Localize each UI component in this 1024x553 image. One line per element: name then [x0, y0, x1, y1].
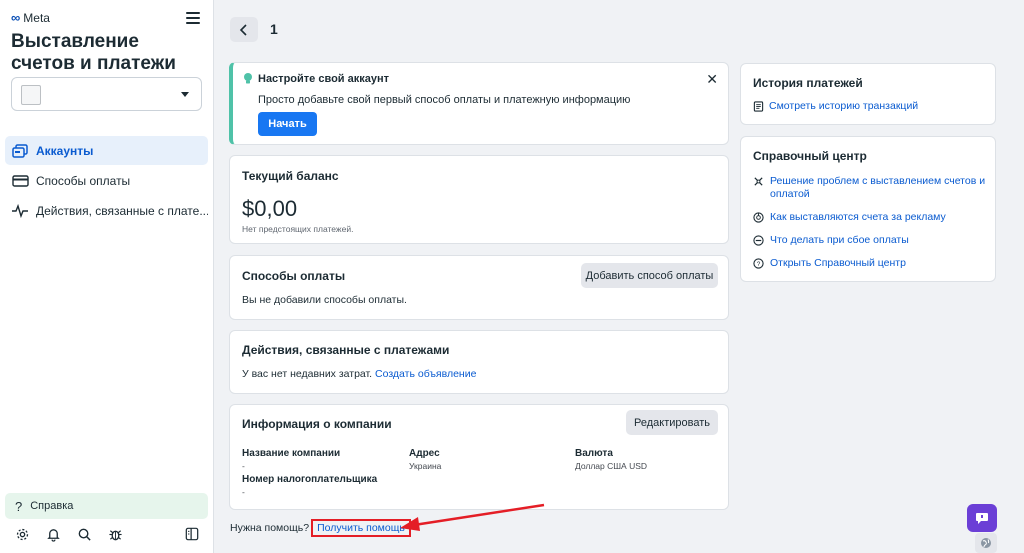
sidebar: ∞ Meta Выставление счетов и платежи Акка… — [0, 0, 214, 553]
help-center-link[interactable]: Решение проблем с выставлением счетов и … — [770, 175, 988, 201]
no-recent-spend-text: У вас нет недавних затрат. — [242, 368, 373, 380]
balance-subtext: Нет предстоящих платежей. — [242, 224, 354, 234]
account-image-icon — [21, 85, 41, 105]
accounts-icon — [11, 143, 29, 159]
question-icon: ? — [15, 498, 23, 514]
balance-amount: $0,00 — [242, 196, 298, 221]
sidebar-bottom-toolbar — [14, 526, 204, 544]
payment-methods-title: Способы оплаты — [242, 269, 346, 283]
company-name-label: Название компании — [242, 448, 341, 459]
payment-activity-empty: У вас нет недавних затрат. Создать объяв… — [242, 368, 476, 380]
setup-title: Настройте свой аккаунт — [258, 73, 389, 85]
gear-icon[interactable] — [14, 526, 30, 542]
minus-circle-icon — [753, 235, 764, 246]
help-center-link[interactable]: Открыть Справочный центр — [770, 257, 906, 270]
credit-card-icon — [11, 173, 29, 189]
address-value: Украина — [409, 461, 442, 471]
payment-history-title: История платежей — [753, 76, 863, 90]
edit-button[interactable]: Редактировать — [626, 410, 718, 435]
sidebar-item-label: Способы оплаты — [36, 173, 131, 188]
page-title: Выставление счетов и платежи — [11, 31, 176, 74]
help-label: Справка — [30, 500, 74, 512]
sidebar-toggle-icon[interactable] — [184, 526, 200, 542]
help-center-link[interactable]: Что делать при сбое оплаты — [770, 234, 909, 247]
meta-logo-text: Meta — [23, 10, 50, 25]
payment-methods-empty: Вы не добавили способы оплаты. — [242, 294, 407, 306]
back-button[interactable] — [230, 17, 258, 42]
start-button[interactable]: Начать — [258, 112, 317, 136]
view-transactions-link[interactable]: Смотреть историю транзакций — [769, 100, 918, 112]
company-name-field: Название компании - — [242, 448, 340, 471]
sidebar-item-accounts[interactable]: Аккаунты — [5, 136, 208, 165]
globe-icon — [981, 538, 991, 548]
close-icon[interactable]: ✕ — [706, 71, 718, 88]
get-help-highlight: Получить помощь — [311, 519, 411, 537]
receipt-icon — [753, 100, 764, 112]
sidebar-item-help[interactable]: ? Справка — [5, 493, 208, 519]
language-button[interactable] — [975, 533, 997, 553]
get-help-link[interactable]: Получить помощь — [317, 522, 405, 534]
annotation-arrow — [400, 503, 545, 531]
help-center-link[interactable]: Как выставляются счета за рекламу — [770, 211, 946, 224]
need-help-text: Нужна помощь? — [230, 522, 310, 534]
address-label: Адрес — [409, 448, 440, 459]
help-center-title: Справочный центр — [753, 149, 867, 163]
currency-label: Валюта — [575, 448, 613, 459]
setup-account-card: Настройте свой аккаунт Просто добавьте с… — [229, 62, 729, 145]
currency-value: Доллар США USD — [575, 461, 648, 471]
bell-icon[interactable] — [45, 526, 61, 542]
sidebar-item-payment-methods[interactable]: Способы оплаты — [5, 166, 208, 195]
company-name-value: - — [242, 461, 245, 471]
sidebar-item-payment-activity[interactable]: Действия, связанные с плате... — [5, 196, 208, 225]
tax-id-value: - — [242, 487, 245, 497]
balance-title: Текущий баланс — [242, 169, 339, 183]
chevron-left-icon — [239, 23, 247, 36]
question-circle-icon: ? — [753, 258, 764, 269]
balance-card: Текущий баланс $0,00 Нет предстоящих пла… — [229, 155, 729, 244]
help-center-item[interactable]: Как выставляются счета за рекламу — [753, 211, 988, 224]
billing-icon — [753, 212, 764, 223]
support-chat-button[interactable] — [967, 504, 997, 532]
help-center-item[interactable]: Что делать при сбое оплаты — [753, 234, 988, 247]
sidebar-item-label: Аккаунты — [36, 143, 94, 158]
chevron-down-icon — [181, 92, 189, 97]
breadcrumb-account-name: 1 — [270, 21, 278, 37]
need-help-row: Нужна помощь? Получить помощь — [230, 519, 411, 537]
help-center-card: Справочный центр Решение проблем с выста… — [740, 136, 996, 282]
payment-history-card: История платежей Смотреть историю транза… — [740, 63, 996, 125]
payment-activity-title: Действия, связанные с платежами — [242, 343, 450, 357]
setup-description: Просто добавьте свой первый способ оплат… — [258, 94, 631, 106]
account-selector[interactable] — [11, 77, 202, 111]
help-center-item[interactable]: ? Открыть Справочный центр — [753, 257, 988, 270]
menu-icon[interactable] — [186, 12, 200, 24]
create-ad-link[interactable]: Создать объявление — [375, 368, 476, 380]
wrench-icon — [754, 177, 763, 186]
tax-id-label: Номер налогоплательщика — [242, 474, 378, 485]
lightbulb-icon — [243, 72, 253, 90]
tax-id-field: Номер налогоплательщика - — [242, 474, 377, 497]
sidebar-nav: Аккаунты Способы оплаты Действия, связан… — [5, 136, 208, 226]
chat-icon — [976, 512, 988, 524]
payment-methods-card: Способы оплаты Добавить способ оплаты Вы… — [229, 255, 729, 320]
payment-activity-card: Действия, связанные с платежами У вас не… — [229, 330, 729, 394]
svg-text:?: ? — [757, 261, 761, 268]
company-info-card: Информация о компании Редактировать Назв… — [229, 404, 729, 510]
search-icon[interactable] — [76, 526, 92, 542]
bug-icon[interactable] — [107, 526, 123, 542]
view-transactions-row[interactable]: Смотреть историю транзакций — [753, 100, 918, 112]
activity-icon — [11, 203, 29, 219]
sidebar-item-label: Действия, связанные с плате... — [36, 203, 208, 218]
address-field: Адрес Украина — [409, 448, 441, 471]
meta-logo[interactable]: ∞ Meta — [11, 10, 50, 25]
help-center-item[interactable]: Решение проблем с выставлением счетов и … — [753, 175, 988, 201]
company-info-title: Информация о компании — [242, 417, 392, 431]
currency-field: Валюта Доллар США USD — [575, 448, 647, 471]
add-payment-method-button[interactable]: Добавить способ оплаты — [581, 263, 718, 288]
meta-infinity-icon: ∞ — [11, 10, 21, 25]
